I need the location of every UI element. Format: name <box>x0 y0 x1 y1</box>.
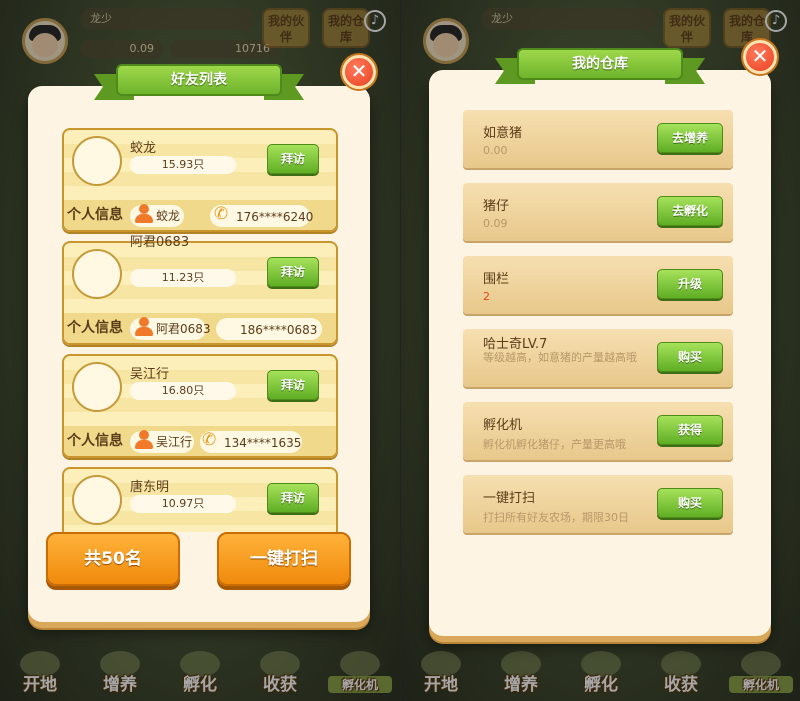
friend-pig-count: 10.97只 <box>130 495 236 513</box>
personal-info-label: 个人信息 <box>67 433 123 449</box>
friend-nickname: 蛟龙 <box>156 209 181 223</box>
visit-button[interactable]: 拜访 <box>267 144 319 174</box>
friend-name: 蛟龙 <box>130 141 157 156</box>
item-description: 孵化机孵化猪仔，产量更高哦 <box>483 438 626 451</box>
warehouse-item: 围栏 2 升级 <box>463 256 733 314</box>
friend-avatar <box>72 475 122 525</box>
item-name: 猪仔 <box>483 199 510 214</box>
friend-phone: 134****1635 <box>224 436 302 450</box>
warehouse-item: 如意猪 0.00 去增养 <box>463 110 733 168</box>
item-description: 等级越高，如意猪的产量越高哦 <box>483 351 637 364</box>
item-description: 打扫所有好友农场，期限30日 <box>483 511 629 524</box>
item-name: 如意猪 <box>483 126 523 141</box>
item-value: 0.09 <box>483 217 508 230</box>
buy-button[interactable]: 购买 <box>657 488 723 518</box>
dialog-title: 我的仓库 <box>517 48 683 80</box>
total-friends-button[interactable]: 共50名 <box>46 532 180 586</box>
friend-pig-count: 11.23只 <box>130 269 236 287</box>
friend-avatar <box>72 362 122 412</box>
obtain-button[interactable]: 获得 <box>657 415 723 445</box>
dialog-title-ribbon: 好友列表 <box>94 60 304 104</box>
item-value: 0.00 <box>483 144 508 157</box>
friend-phone: 176****6240 <box>236 210 314 224</box>
item-name: 一键打扫 <box>483 491 536 506</box>
close-icon[interactable]: ✕ <box>743 40 777 74</box>
personal-info-label: 个人信息 <box>67 320 123 336</box>
friend-card: 唐东明 10.97只 拜访 <box>62 467 338 532</box>
go-breed-button[interactable]: 去增养 <box>657 123 723 153</box>
friend-card: 蛟龙 15.93只 拜访 个人信息 蛟龙 ✆ 176****6240 <box>62 128 338 232</box>
friend-card: 吴江行 16.80只 拜访 个人信息 吴江行 ✆ 134****1635 <box>62 354 338 458</box>
friend-nickname: 阿君0683 <box>156 322 211 336</box>
warehouse-dialog: 我的仓库 如意猪 0.00 去增养 猪仔 0.09 去孵化 围栏 2 升级 哈士… <box>429 48 771 636</box>
phone-icon: ✆ <box>202 430 217 450</box>
phone-icon: ✆ <box>214 204 229 224</box>
upgrade-button[interactable]: 升级 <box>657 269 723 299</box>
visit-button[interactable]: 拜访 <box>267 483 319 513</box>
visit-button[interactable]: 拜访 <box>267 257 319 287</box>
friend-list-dialog: 好友列表 蛟龙 15.93只 拜访 个人信息 蛟龙 ✆ 176****6240 <box>28 64 370 622</box>
dialog-title-ribbon: 我的仓库 <box>495 44 705 88</box>
visit-button[interactable]: 拜访 <box>267 370 319 400</box>
friend-name: 阿君0683 <box>130 235 190 250</box>
warehouse-item: 哈士奇LV.7 等级越高，如意猪的产量越高哦 购买 <box>463 329 733 387</box>
warehouse-screen: 龙少 我的伙伴 我的仓库 ♪ 开地 增养 孵化 收获 孵化机 我的仓库 如意猪 … <box>400 0 800 701</box>
warehouse-item: 孵化机 孵化机孵化猪仔，产量更高哦 获得 <box>463 402 733 460</box>
friend-list[interactable]: 蛟龙 15.93只 拜访 个人信息 蛟龙 ✆ 176****6240 阿君068… <box>62 128 338 532</box>
friend-name: 吴江行 <box>130 367 170 382</box>
warehouse-item: 猪仔 0.09 去孵化 <box>463 183 733 241</box>
warehouse-item: 一键打扫 打扫所有好友农场，期限30日 购买 <box>463 475 733 533</box>
friend-avatar <box>72 249 122 299</box>
friend-list-screen: 龙少 0.09 10716 我的伙伴 我的仓库 ♪ 开地 增养 孵化 收获 孵化… <box>0 0 400 701</box>
person-icon <box>134 430 154 450</box>
person-icon <box>134 204 154 224</box>
close-icon[interactable]: ✕ <box>342 55 376 89</box>
item-name: 哈士奇LV.7 <box>483 337 548 352</box>
friend-phone: 186****0683 <box>240 323 318 337</box>
item-value: 2 <box>483 290 490 303</box>
personal-info-label: 个人信息 <box>67 207 123 223</box>
friend-pig-count: 16.80只 <box>130 382 236 400</box>
go-hatch-button[interactable]: 去孵化 <box>657 196 723 226</box>
friend-avatar <box>72 136 122 186</box>
one-key-sweep-button[interactable]: 一键打扫 <box>217 532 351 586</box>
buy-button[interactable]: 购买 <box>657 342 723 372</box>
person-icon <box>134 317 154 337</box>
dialog-title: 好友列表 <box>116 64 282 96</box>
friend-pig-count: 15.93只 <box>130 156 236 174</box>
friend-name: 唐东明 <box>130 480 170 495</box>
friend-card: 阿君0683 11.23只 拜访 个人信息 阿君0683 ✆ 186****06… <box>62 235 338 345</box>
item-name: 孵化机 <box>483 418 523 433</box>
item-name: 围栏 <box>483 272 510 287</box>
friend-nickname: 吴江行 <box>156 435 193 449</box>
